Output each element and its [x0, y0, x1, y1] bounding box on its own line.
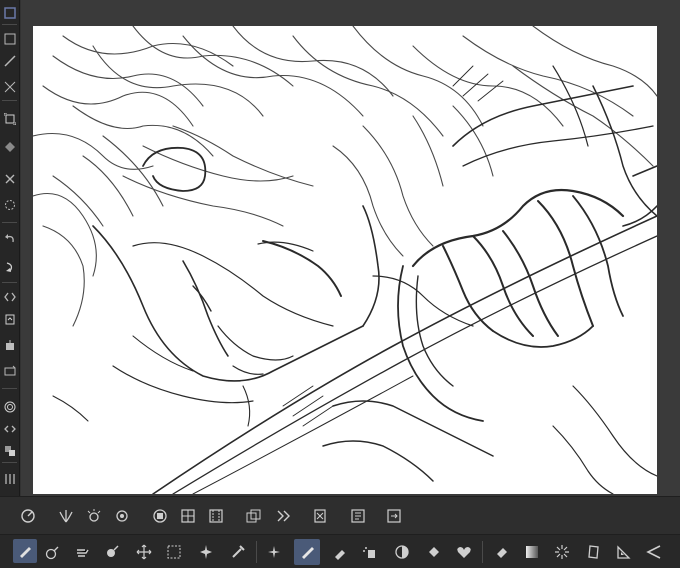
pencil-icon[interactable] [13, 539, 37, 563]
command-bar [0, 496, 680, 534]
grid-window-icon[interactable] [176, 504, 200, 528]
tool-divider [256, 541, 257, 563]
toolbar-divider [2, 222, 17, 223]
import-icon[interactable] [382, 504, 406, 528]
spiral-icon[interactable] [1, 398, 18, 415]
layer-icon[interactable] [1, 310, 18, 327]
fill-icon[interactable] [1, 138, 18, 155]
flip-icon[interactable] [1, 288, 18, 305]
redo-icon[interactable] [1, 258, 18, 275]
grid-icon[interactable] [1, 30, 18, 47]
symmetry-icon[interactable] [54, 504, 78, 528]
rect-select-icon[interactable] [162, 540, 186, 564]
move-icon[interactable] [132, 540, 156, 564]
gradient-icon[interactable] [520, 540, 544, 564]
magic-wand-icon[interactable] [194, 540, 218, 564]
timeline-icon[interactable] [1, 470, 18, 487]
blend-icon[interactable] [390, 540, 414, 564]
ruler-triangle-icon[interactable] [612, 540, 636, 564]
marker-icon[interactable] [328, 540, 352, 564]
sparkle-icon[interactable] [262, 540, 286, 564]
eraser-icon[interactable] [1, 110, 18, 127]
view-icon[interactable] [1, 362, 18, 379]
left-toolbar [0, 0, 20, 496]
tool-bar [0, 534, 680, 568]
export-icon[interactable] [1, 336, 18, 353]
dropper-icon[interactable] [226, 540, 250, 564]
toolbar-divider [2, 388, 17, 389]
eyedropper-icon[interactable] [100, 540, 124, 564]
gear-stars-icon[interactable] [82, 504, 106, 528]
film-strip-icon[interactable] [204, 504, 228, 528]
target-icon[interactable] [110, 504, 134, 528]
text-shape-icon[interactable] [642, 540, 666, 564]
ray-icon[interactable] [550, 540, 574, 564]
airbrush-icon[interactable] [358, 540, 382, 564]
code-icon[interactable] [1, 420, 18, 437]
settings-dial-icon[interactable] [16, 504, 40, 528]
tool-divider [482, 541, 483, 563]
paint-app-window [0, 0, 680, 568]
sketch-artwork [33, 26, 657, 494]
hand-icon[interactable] [70, 540, 94, 564]
canvas-area[interactable] [21, 0, 680, 496]
eraser-tool-icon[interactable] [490, 540, 514, 564]
toolbar-divider [2, 282, 17, 283]
fill-bucket-icon[interactable] [422, 540, 446, 564]
clear-icon[interactable] [1, 170, 18, 187]
layer-list-icon[interactable] [346, 504, 370, 528]
stack-arrows-icon[interactable] [242, 504, 266, 528]
select-rect-icon[interactable] [1, 4, 18, 21]
spiral-icon[interactable] [1, 196, 18, 213]
undo-icon[interactable] [1, 230, 18, 247]
pen-icon[interactable] [294, 539, 320, 565]
layers-stack-icon[interactable] [1, 442, 18, 459]
frame-icon[interactable] [582, 540, 606, 564]
ruler-icon[interactable] [1, 52, 18, 69]
double-chevron-icon[interactable] [272, 504, 296, 528]
toolbar-divider [2, 24, 17, 25]
drawing-canvas[interactable] [33, 26, 657, 494]
layer-circle-icon[interactable] [148, 504, 172, 528]
toolbar-divider [2, 462, 17, 463]
heart-shape-icon[interactable] [452, 540, 476, 564]
lasso-icon[interactable] [40, 540, 64, 564]
transform-icon[interactable] [1, 78, 18, 95]
toolbar-divider [2, 100, 17, 101]
delete-layer-icon[interactable] [308, 504, 332, 528]
